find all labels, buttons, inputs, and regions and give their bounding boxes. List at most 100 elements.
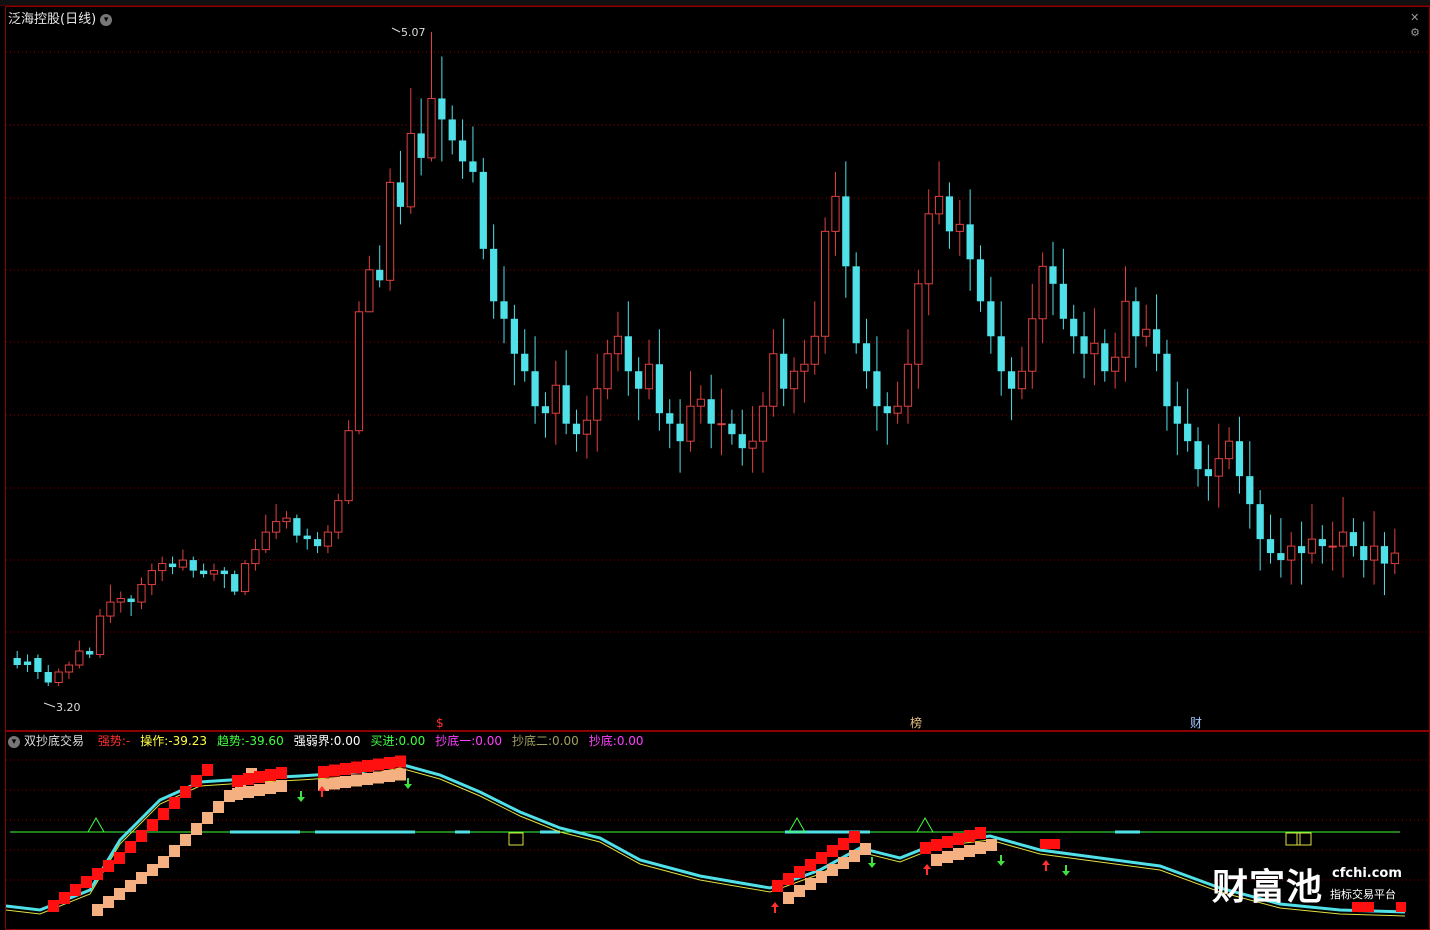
candle-body-down bbox=[479, 171, 487, 249]
weak-block bbox=[849, 850, 860, 862]
chevron-down-icon[interactable]: ▾ bbox=[8, 735, 20, 748]
candle-body-up bbox=[95, 615, 105, 656]
bottom-square bbox=[1296, 832, 1312, 846]
indicator-value: 0.00 bbox=[475, 734, 502, 748]
candle-body-down bbox=[531, 371, 539, 407]
weak-block bbox=[232, 788, 243, 800]
weak-block bbox=[340, 776, 351, 788]
weak-block bbox=[191, 823, 202, 835]
bottom-square bbox=[1285, 832, 1301, 846]
strong-block bbox=[942, 836, 953, 848]
candle-body-down bbox=[1152, 329, 1161, 354]
candle-body-down bbox=[1132, 301, 1140, 337]
candle-body-up bbox=[1214, 458, 1223, 477]
strong-block bbox=[351, 761, 362, 774]
strong-block bbox=[254, 771, 265, 783]
chevron-down-icon[interactable]: ▾ bbox=[100, 13, 113, 26]
candle-body-up bbox=[696, 398, 705, 407]
down-arrow-icon bbox=[297, 791, 305, 802]
strong-block bbox=[180, 786, 191, 798]
strong-block bbox=[114, 852, 125, 864]
candle-body-down bbox=[23, 661, 32, 666]
candle-body-down bbox=[945, 196, 954, 232]
down-arrow-icon bbox=[868, 857, 876, 868]
indicator-value: 0.00 bbox=[552, 734, 579, 748]
candle-body-down bbox=[44, 672, 52, 683]
indicator-label: 抄底二: bbox=[512, 734, 553, 748]
candle-body-up bbox=[158, 563, 167, 572]
strong-block bbox=[953, 833, 964, 845]
candle-body-up bbox=[789, 370, 799, 390]
weak-block bbox=[384, 770, 395, 782]
candle-body-up bbox=[1307, 538, 1317, 554]
candle-body-up bbox=[603, 353, 612, 390]
weak-block bbox=[254, 784, 265, 796]
weak-block bbox=[838, 857, 849, 869]
settings-icon[interactable]: ⚙ bbox=[1410, 25, 1420, 40]
candle-body-down bbox=[707, 399, 715, 424]
candle-body-down bbox=[1277, 553, 1285, 561]
weak-block bbox=[265, 782, 276, 794]
strong-block bbox=[794, 866, 805, 878]
candle-body-up bbox=[1111, 356, 1120, 372]
candle-body-down bbox=[13, 658, 21, 666]
candle-body-down bbox=[396, 182, 405, 207]
indicator-value: 0.00 bbox=[616, 734, 644, 748]
candle-body-up bbox=[64, 664, 74, 673]
strong-block bbox=[202, 764, 213, 776]
strong-block bbox=[772, 880, 783, 892]
candle-body-up bbox=[1328, 545, 1337, 548]
close-icon[interactable]: ✕ bbox=[1410, 10, 1420, 25]
candle-body-down bbox=[293, 518, 301, 536]
strong-block bbox=[169, 797, 180, 809]
indicator-5: 抄底一:0.00 bbox=[435, 734, 502, 748]
weak-block bbox=[329, 777, 340, 790]
strong-block bbox=[329, 764, 340, 777]
candle-body-down bbox=[200, 570, 208, 575]
candle-body-up bbox=[955, 223, 964, 232]
strong-block bbox=[373, 758, 384, 771]
candle-body-down bbox=[624, 336, 632, 372]
strong-block bbox=[362, 760, 373, 772]
indicator-1: 操作:-39.23 bbox=[140, 734, 207, 748]
candle-body-down bbox=[1318, 539, 1326, 547]
weak-block bbox=[351, 774, 362, 787]
candle-body-up bbox=[769, 353, 778, 407]
weak-block bbox=[816, 871, 827, 883]
indicator-title: 双抄底交易 bbox=[24, 734, 85, 748]
candle-body-up bbox=[1287, 545, 1296, 561]
weak-block bbox=[158, 856, 169, 868]
candle-body-down bbox=[189, 560, 197, 571]
weak-block bbox=[942, 851, 953, 863]
weak-block bbox=[827, 864, 838, 876]
candle-body-down bbox=[510, 318, 518, 354]
strong-block bbox=[158, 808, 169, 820]
candle-body-down bbox=[1007, 371, 1016, 389]
up-arrow-icon bbox=[1042, 860, 1050, 871]
candle-body-up bbox=[54, 671, 63, 684]
candle-body-up bbox=[934, 195, 944, 215]
strong-block bbox=[318, 766, 329, 778]
candle-body-down bbox=[127, 598, 135, 603]
candle-body-down bbox=[231, 574, 239, 592]
strong-block bbox=[59, 892, 70, 904]
candle-body-up bbox=[810, 335, 819, 365]
candle-body-up bbox=[1121, 300, 1130, 358]
candle-body-down bbox=[635, 371, 643, 389]
candle-body-up bbox=[323, 531, 333, 547]
watermark-brand: 财富池 bbox=[1212, 866, 1324, 908]
strong-block bbox=[1396, 902, 1406, 912]
weak-block bbox=[931, 854, 942, 866]
candle-body-up bbox=[178, 559, 188, 568]
strong-block bbox=[838, 838, 849, 850]
strong-block bbox=[384, 757, 395, 769]
weak-block bbox=[362, 773, 373, 785]
candle-body-up bbox=[106, 601, 115, 617]
strong-block bbox=[827, 845, 838, 857]
candle-body-down bbox=[842, 196, 850, 267]
high-pointer bbox=[391, 27, 401, 33]
candle-body-up bbox=[1390, 552, 1399, 565]
marker-bang: 榜 bbox=[910, 715, 922, 730]
weak-block bbox=[92, 904, 103, 916]
candle-body-down bbox=[1049, 266, 1057, 284]
